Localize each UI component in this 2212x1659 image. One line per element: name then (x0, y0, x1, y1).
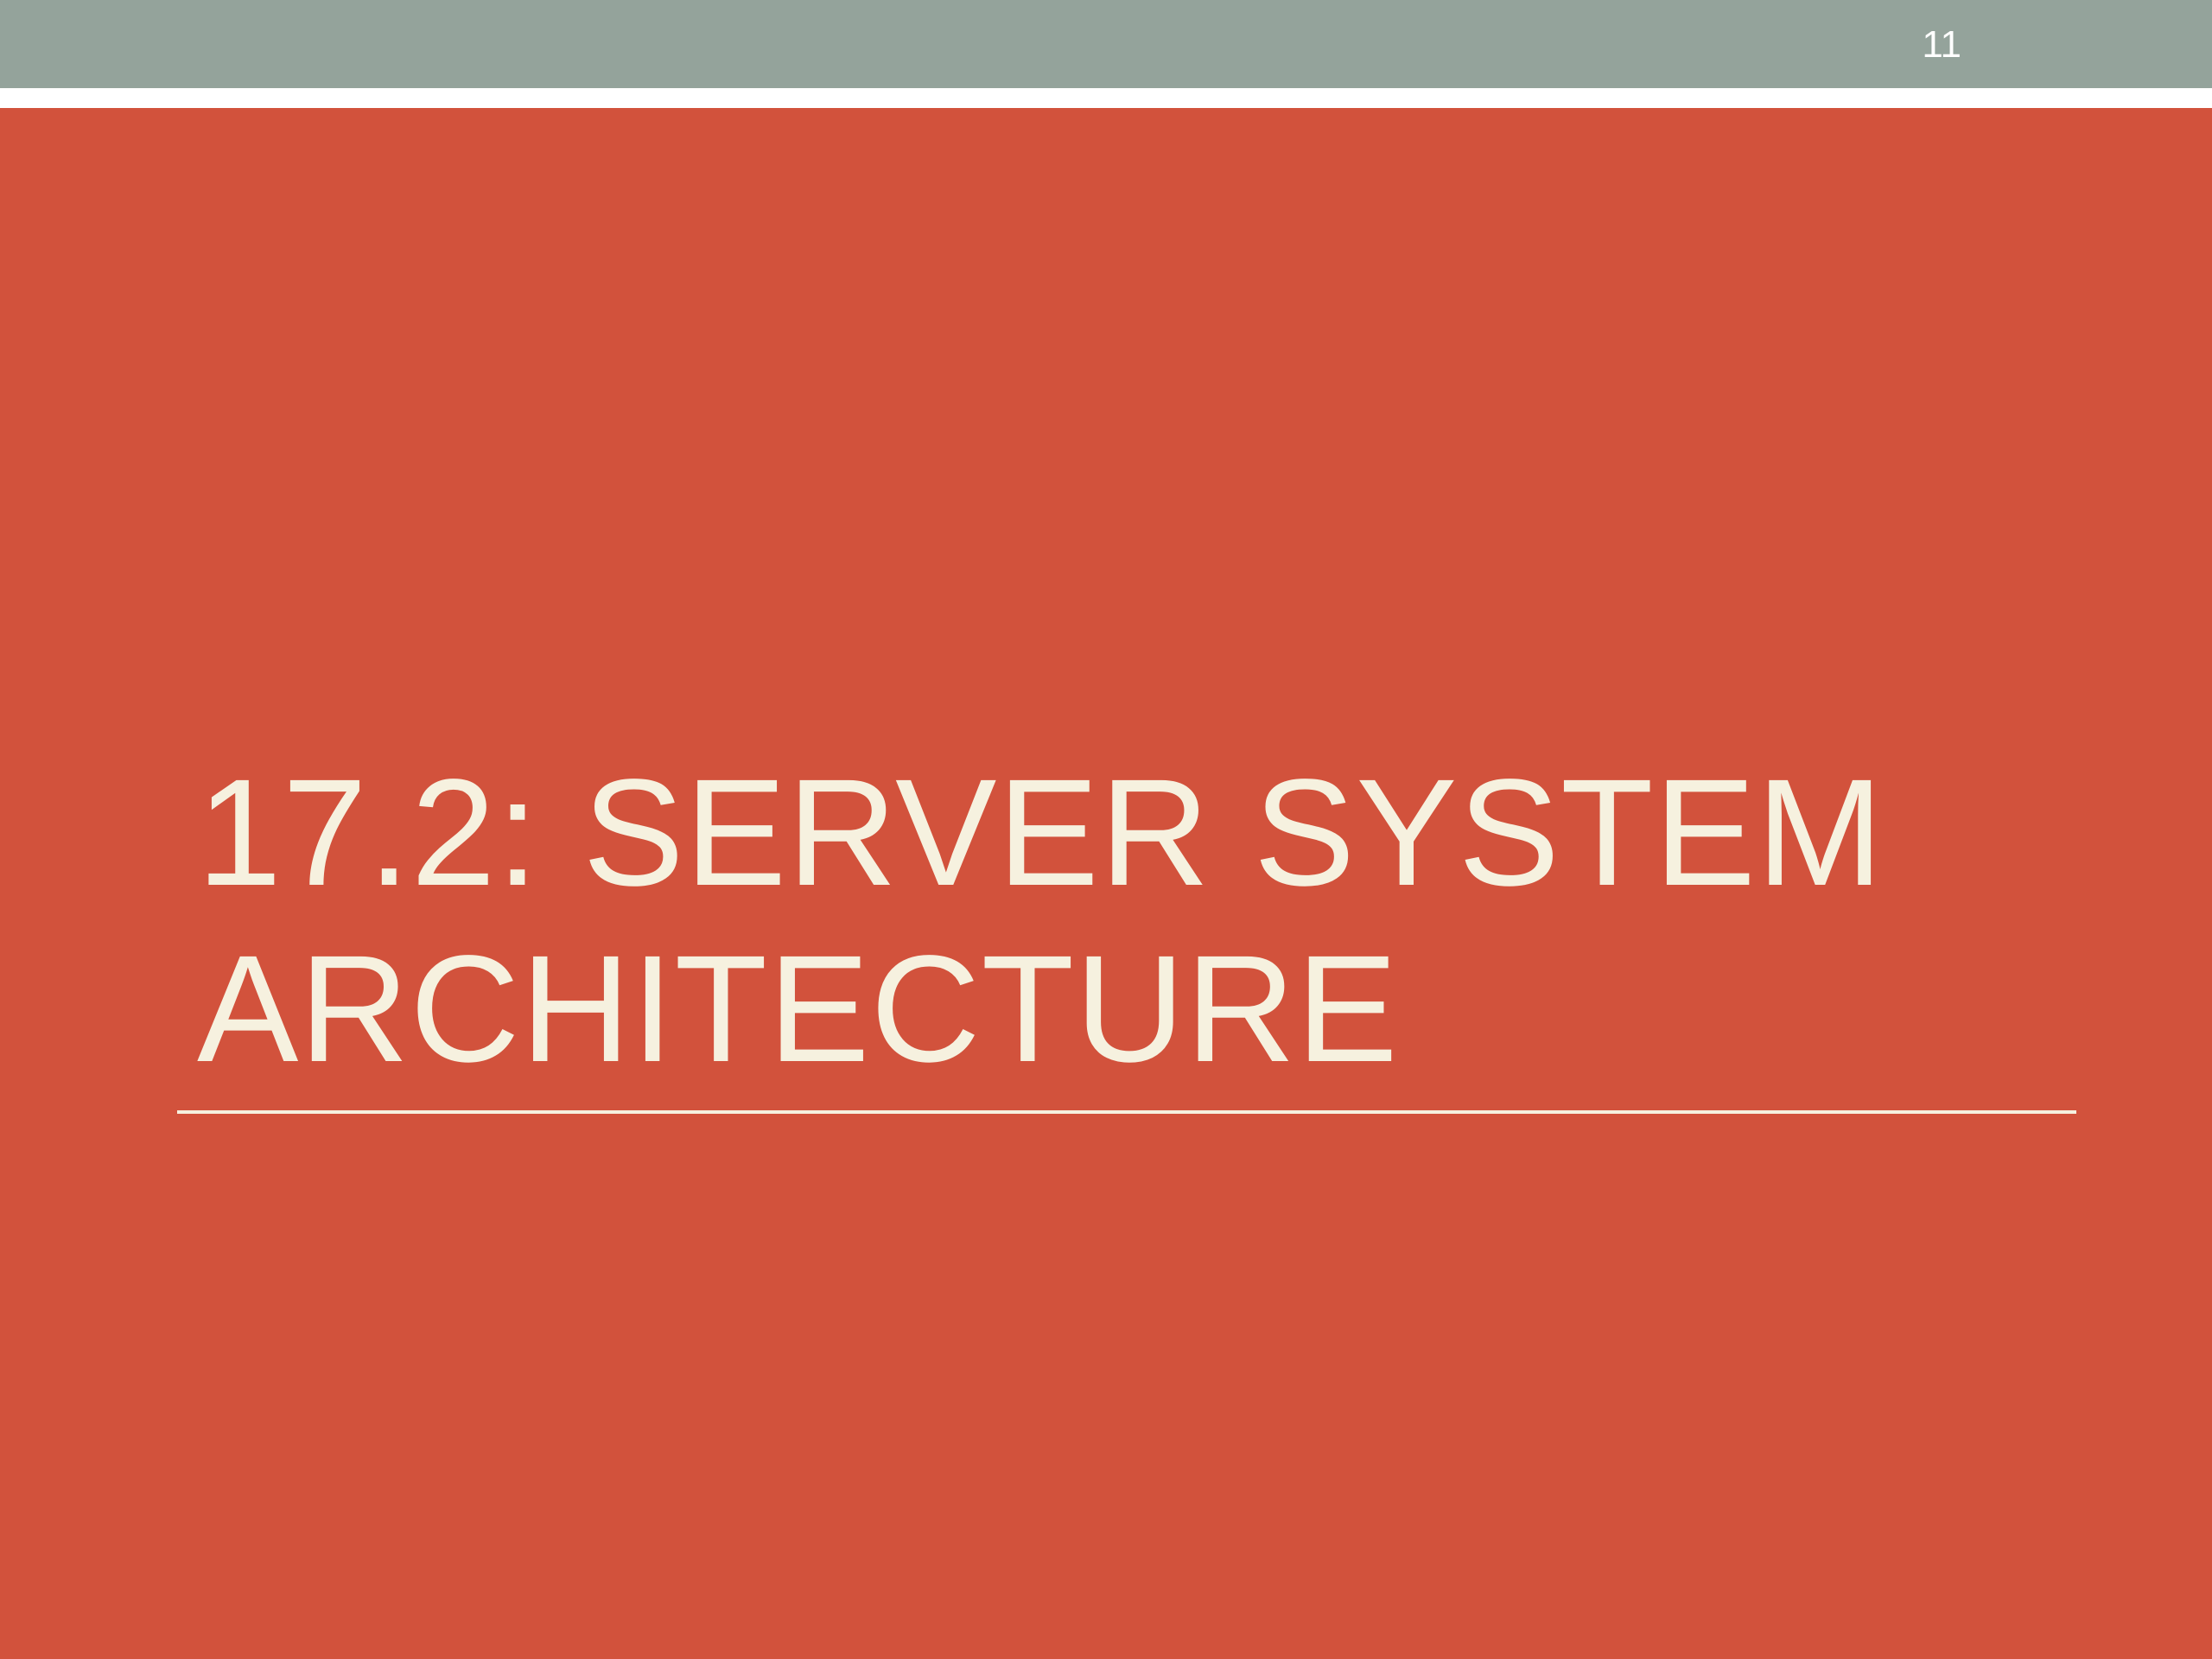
header-divider-stripe (0, 88, 2212, 108)
slide-title-line-2: ARCHITECTURE (197, 925, 1399, 1094)
title-underline-rule (177, 1110, 2076, 1114)
slide: 11 17.2: SERVER SYSTEM ARCHITECTURE (0, 0, 2212, 1659)
slide-number: 11 (1922, 23, 1961, 66)
slide-title-line-1: 17.2: SERVER SYSTEM (197, 748, 1885, 918)
slide-title: 17.2: SERVER SYSTEM ARCHITECTURE (197, 745, 2063, 1097)
